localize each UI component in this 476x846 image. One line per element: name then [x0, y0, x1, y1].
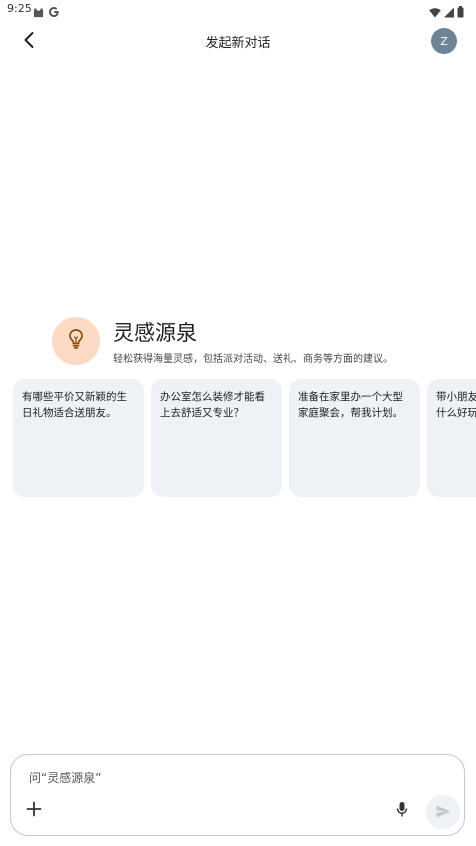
gem-subtitle: 轻松获得海量灵感，包括派对活动、送礼、商务等方面的建议。: [113, 354, 393, 365]
gem-title: 灵感源泉: [113, 321, 197, 345]
gem-icon-badge: [52, 317, 100, 365]
add-button[interactable]: [23, 800, 45, 822]
send-button[interactable]: [426, 795, 460, 829]
suggestion-card[interactable]: 有哪些平价又新颖的生日礼物适合送朋友。: [13, 379, 144, 497]
mic-button[interactable]: [391, 800, 413, 822]
lightbulb-icon: [67, 328, 85, 354]
send-icon: [436, 803, 451, 822]
suggestion-cards: 有哪些平价又新颖的生日礼物适合送朋友。 办公室怎么装修才能看上去舒适又专业？ 准…: [13, 379, 476, 498]
avatar[interactable]: Z: [431, 28, 457, 54]
suggestion-card[interactable]: 带小朋友去哪里玩？有什么好玩的: [427, 379, 476, 497]
plus-icon: [26, 801, 42, 821]
suggestion-card[interactable]: 办公室怎么装修才能看上去舒适又专业？: [151, 379, 282, 497]
status-time: 9:25: [7, 2, 32, 15]
gem-header: 灵感源泉 轻松获得海量灵感，包括派对活动、送礼、商务等方面的建议。: [52, 317, 456, 367]
prompt-input[interactable]: 问“灵感源泉”: [29, 769, 101, 786]
prompt-input-box: 问“灵感源泉”: [10, 754, 465, 836]
suggestion-card[interactable]: 准备在家里办一个大型家庭聚会，帮我计划。: [289, 379, 420, 497]
app-bar: 发起新对话 Z: [0, 20, 476, 62]
status-bar: 9:25: [0, 0, 476, 20]
microphone-icon: [396, 801, 408, 822]
page-title: 发起新对话: [205, 36, 271, 51]
